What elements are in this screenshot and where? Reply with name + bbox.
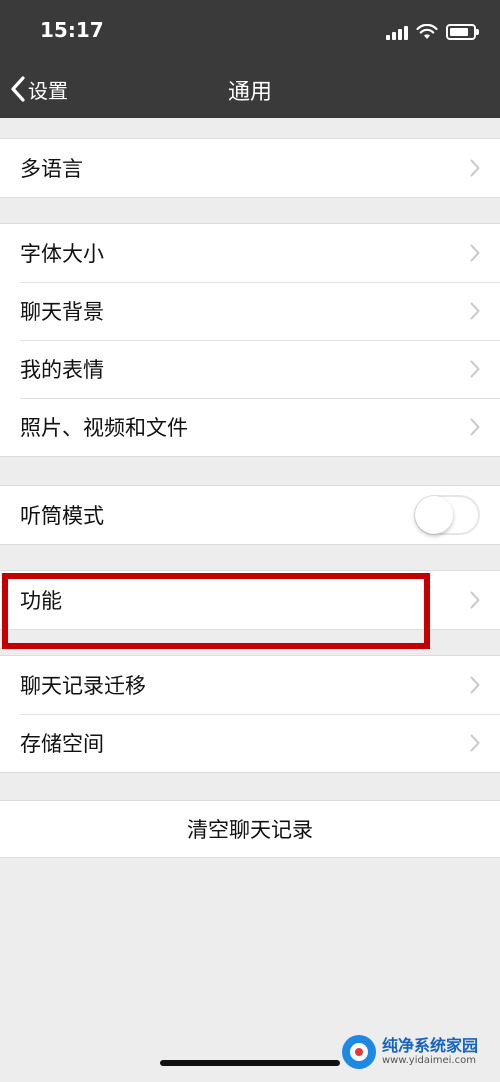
- row-photos-videos-files[interactable]: 照片、视频和文件: [0, 398, 500, 456]
- clear-chat-history-label: 清空聊天记录: [187, 818, 313, 842]
- watermark-title: 纯净系统家园: [382, 1036, 479, 1055]
- chevron-right-icon: [470, 360, 480, 378]
- chevron-right-icon: [470, 159, 480, 177]
- row-label: 存储空间: [20, 732, 104, 756]
- chevron-right-icon: [470, 676, 480, 694]
- status-bar: 15:17: [0, 0, 500, 60]
- row-storage-space[interactable]: 存储空间: [0, 714, 500, 772]
- row-label: 聊天记录迁移: [20, 674, 146, 698]
- group-earpiece: 听筒模式: [0, 485, 500, 545]
- row-label: 聊天背景: [20, 300, 104, 324]
- chevron-right-icon: [470, 244, 480, 262]
- highlight-box: [2, 573, 430, 649]
- watermark-logo-icon: [342, 1035, 376, 1069]
- row-chat-history-migration[interactable]: 聊天记录迁移: [0, 656, 500, 714]
- row-label: 照片、视频和文件: [20, 416, 188, 440]
- row-font-size[interactable]: 字体大小: [0, 224, 500, 282]
- row-label: 我的表情: [20, 358, 104, 382]
- toggle-knob: [415, 496, 453, 534]
- row-chat-background[interactable]: 聊天背景: [0, 282, 500, 340]
- row-label: 字体大小: [20, 242, 104, 266]
- row-label: 多语言: [20, 157, 83, 181]
- earpiece-mode-toggle[interactable]: [414, 495, 480, 535]
- group-display: 字体大小 聊天背景 我的表情 照片、视频和文件: [0, 223, 500, 457]
- status-icons: [386, 20, 479, 40]
- status-time: 15:17: [40, 18, 104, 42]
- chevron-right-icon: [470, 591, 480, 609]
- wifi-icon: [416, 24, 438, 39]
- row-label: 听筒模式: [20, 504, 104, 528]
- chevron-right-icon: [470, 734, 480, 752]
- signal-icon: [386, 24, 408, 40]
- clear-chat-history-button[interactable]: 清空聊天记录: [0, 800, 500, 858]
- battery-icon: [446, 24, 479, 40]
- chevron-right-icon: [470, 418, 480, 436]
- group-language: 多语言: [0, 138, 500, 198]
- row-my-stickers[interactable]: 我的表情: [0, 340, 500, 398]
- page-title: 通用: [227, 80, 272, 105]
- watermark: 纯净系统家园 www.yidaimei.com: [342, 1032, 492, 1072]
- chevron-right-icon: [470, 302, 480, 320]
- row-language[interactable]: 多语言: [0, 139, 500, 197]
- home-indicator: [160, 1060, 340, 1066]
- group-storage: 聊天记录迁移 存储空间: [0, 655, 500, 773]
- watermark-url: www.yidaimei.com: [382, 1055, 476, 1066]
- watermark-text: 纯净系统家园 www.yidaimei.com: [382, 1038, 478, 1066]
- row-earpiece-mode: 听筒模式: [0, 486, 500, 544]
- nav-bar: 设置 通用: [0, 60, 500, 118]
